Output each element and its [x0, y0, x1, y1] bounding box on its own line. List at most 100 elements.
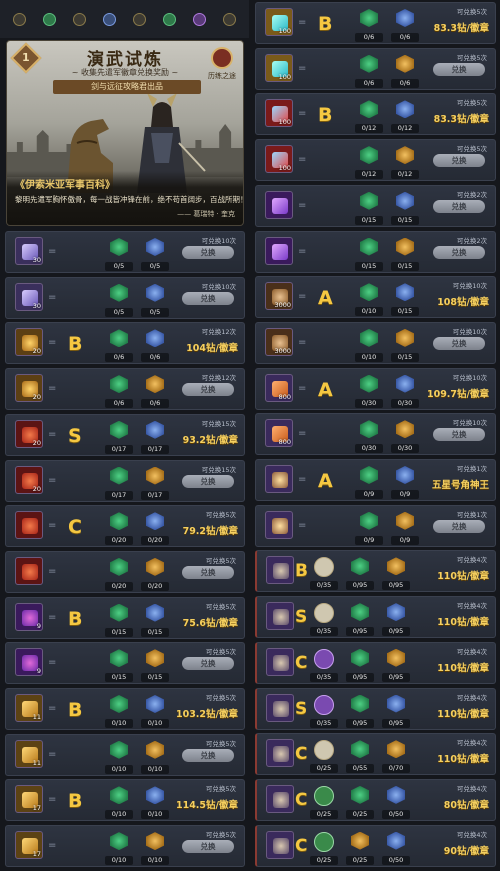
medal-shape — [396, 328, 414, 347]
medal-shape — [110, 512, 128, 531]
green-medal-icon — [108, 557, 130, 579]
price-note: 90钻/徽章 — [443, 845, 489, 857]
price-note: 104钻/徽章 — [186, 343, 238, 355]
equals-icon: = — [298, 108, 307, 120]
faction-emblem-icon — [314, 694, 334, 715]
blue-medal-icon — [394, 8, 416, 30]
coin-icon — [133, 12, 147, 26]
exchange-limit: 可兑换5次 — [205, 511, 236, 520]
price-note: 93.2钻/徽章 — [182, 434, 238, 446]
medal-count: 0/6 — [355, 33, 383, 42]
exchange-button[interactable]: 兑换 — [433, 519, 485, 533]
item-quantity: 800 — [278, 392, 291, 401]
green-medal-icon — [108, 831, 130, 853]
cyan-scroll-icon: 100 — [265, 8, 293, 36]
orange-medal-icon — [144, 374, 166, 396]
coin-icon — [12, 12, 26, 26]
exchange-limit: 可兑换4次 — [456, 830, 487, 839]
exchange-button[interactable]: 兑换 — [433, 336, 485, 350]
exchange-button[interactable]: 兑换 — [182, 748, 234, 762]
exchange-button[interactable]: 兑换 — [182, 246, 234, 259]
price-note: 110钻/徽章 — [437, 617, 489, 629]
exchange-row: 800 = 0/30 0/30 可兑换10次 兑换 — [255, 413, 496, 456]
grade-letter: A — [318, 378, 333, 401]
exchange-limit: 可兑换4次 — [456, 784, 487, 793]
medal-count: 0/15 — [391, 307, 419, 317]
exchange-limit: 可兑换5次 — [205, 694, 236, 702]
exchange-button[interactable]: 兑换 — [433, 62, 485, 76]
exchange-button[interactable]: 兑换 — [182, 291, 234, 305]
exchange-limit: 可兑换10次 — [452, 327, 487, 336]
medal-count: 0/15 — [391, 352, 419, 362]
green-medal-icon — [108, 237, 130, 259]
exchange-button[interactable]: 兑换 — [182, 565, 234, 579]
exchange-limit: 可兑换15次 — [201, 465, 236, 474]
medal-count: 0/95 — [382, 718, 410, 728]
medal-count: 0/30 — [355, 398, 383, 408]
orange-medal-icon — [394, 237, 416, 259]
exchange-button[interactable]: 兑换 — [182, 657, 234, 671]
exchange-limit: 可兑换10次 — [452, 419, 487, 428]
medal-count: 0/30 — [355, 444, 383, 454]
exchange-row: = A 0/9 0/9 可兑换1次 五星号角神王 — [255, 459, 496, 501]
medal-shape — [360, 100, 378, 119]
equals-icon: = — [298, 17, 307, 28]
exchange-button[interactable]: 兑换 — [182, 840, 234, 854]
exchange-button[interactable]: 兑换 — [433, 245, 485, 259]
equals-icon: = — [298, 382, 307, 394]
medal-count: 0/20 — [141, 536, 169, 546]
exchange-button[interactable]: 兑换 — [433, 428, 485, 442]
exchange-row: S 0/35 0/95 0/95 可兑换4次 110钻/徽章 — [255, 596, 496, 639]
purple-medal-icon — [193, 12, 207, 26]
green-medal-icon — [358, 511, 380, 533]
medal-shape — [110, 695, 128, 713]
exchange-limit: 可兑换5次 — [456, 53, 487, 62]
exchange-row: 3000 = 0/10 0/15 可兑换10次 兑换 — [255, 321, 496, 364]
exchange-row: 11 = B 0/10 0/10 可兑换5次 103.2钻/徽章 — [5, 688, 245, 730]
orange-medal-icon — [144, 831, 166, 853]
medal-shape — [146, 557, 164, 576]
exchange-button[interactable]: 兑换 — [433, 199, 485, 213]
exchange-limit: 可兑换5次 — [205, 831, 236, 840]
caption-text: 黎明先遣军胸怀傲骨，每一战皆冲锋在前，绝不苟首阔步，百战所期！ — [15, 195, 244, 204]
exchange-limit: 可兑换1次 — [456, 465, 487, 473]
grade-letter: A — [318, 470, 333, 492]
item-quantity: 17 — [32, 850, 41, 859]
medal-shape — [360, 237, 378, 256]
trial-road-button[interactable]: 历练之途 — [207, 47, 237, 87]
exchange-button[interactable]: 兑换 — [182, 474, 234, 488]
exchange-limit: 可兑换10次 — [201, 237, 236, 245]
caption-author: —— 葛瑞特 · 奎克 — [177, 210, 235, 218]
exchange-limit: 可兑换10次 — [201, 282, 236, 291]
exchange-row: 20 = 0/17 0/17 可兑换15次 兑换 — [5, 459, 245, 502]
grade-letter: B — [68, 333, 83, 356]
green-medal-icon — [108, 740, 130, 762]
exchange-button[interactable]: 兑换 — [182, 383, 234, 397]
medal-shape — [146, 695, 164, 713]
item-quantity: 30 — [32, 301, 41, 310]
exchange-button[interactable]: 兑换 — [433, 154, 485, 168]
green-medal-icon — [358, 465, 380, 487]
item-quantity: 100 — [278, 27, 291, 35]
medal-count: 0/10 — [105, 764, 133, 774]
medal-shape — [146, 832, 164, 851]
medal-count: 0/9 — [391, 535, 419, 545]
item-quantity: 100 — [278, 118, 291, 127]
blue-medal-icon — [385, 831, 407, 853]
medal-count: 0/10 — [105, 810, 133, 820]
medal-count: 0/10 — [105, 856, 133, 866]
item-quantity: 11 — [32, 758, 41, 767]
orange-medal-icon — [394, 145, 416, 167]
item-quantity: 100 — [278, 72, 291, 81]
medal-shape — [146, 512, 164, 531]
price-note: 110钻/徽章 — [437, 662, 489, 674]
price-note: 75.6钻/徽章 — [182, 617, 238, 629]
green-medal-icon — [349, 556, 371, 578]
medal-shape — [351, 557, 369, 576]
blue-medal-icon — [144, 237, 166, 259]
medal-shape — [396, 100, 414, 119]
medal-shape — [351, 785, 369, 804]
medal-shape — [146, 375, 164, 394]
faction-emblem-icon — [314, 648, 334, 669]
hero-portrait-icon — [266, 784, 294, 813]
